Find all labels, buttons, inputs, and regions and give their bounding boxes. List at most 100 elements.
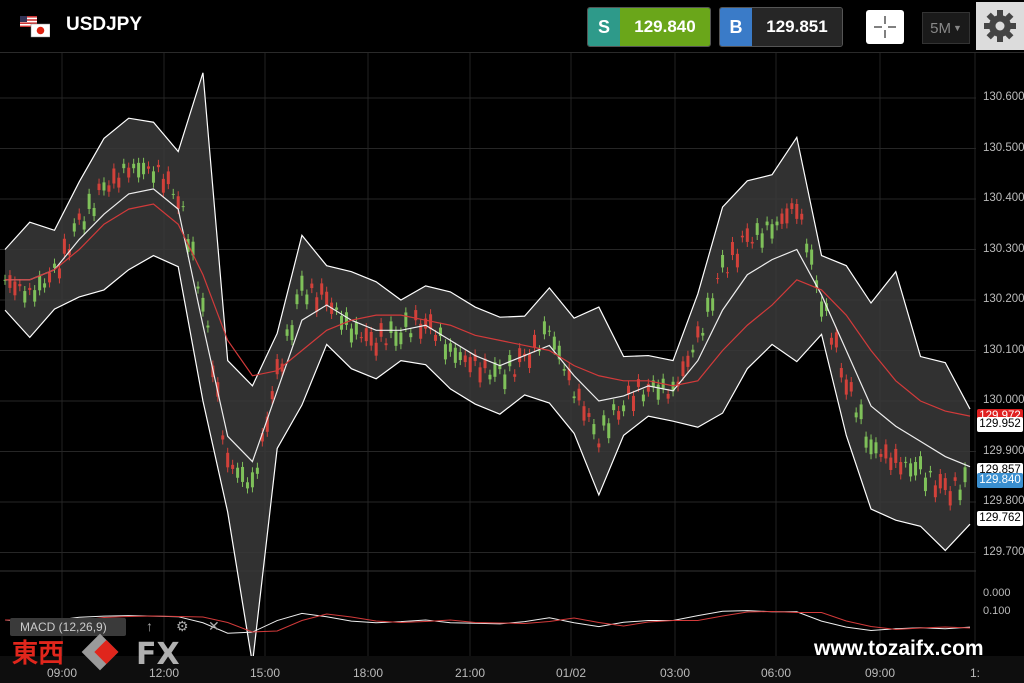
candle-body <box>241 466 245 482</box>
buy-tag: B <box>720 8 752 46</box>
candle-body <box>176 196 180 209</box>
candle-body <box>938 474 942 489</box>
candle-body <box>409 333 413 338</box>
candle-body <box>592 424 596 435</box>
time-tick: 1: <box>969 666 981 680</box>
close-icon[interactable]: ✕ <box>208 618 220 635</box>
candle-body <box>122 163 126 169</box>
band-area <box>5 72 970 656</box>
sell-button[interactable]: S 129.840 <box>587 7 711 47</box>
candle-body <box>305 294 309 305</box>
macd-axis-label: 0.100 <box>983 605 1011 617</box>
candle-body <box>760 233 764 248</box>
candle-body <box>127 167 131 178</box>
candle-body <box>448 343 452 352</box>
candle-body <box>359 337 363 339</box>
candle-body <box>354 321 358 335</box>
candle-body <box>340 315 344 330</box>
candle-body <box>221 435 225 440</box>
candle-body <box>453 347 457 363</box>
candle-body <box>57 268 61 279</box>
candle-body <box>102 182 106 191</box>
candle-body <box>255 467 259 474</box>
candle-body <box>562 369 566 371</box>
price-tick: 130.300 <box>983 242 1024 255</box>
candle-body <box>820 301 824 317</box>
candle-body <box>38 275 42 291</box>
candle-body <box>290 325 294 341</box>
price-axis: 130.600 130.500 130.400 130.300 130.200 130.1… <box>976 53 1024 633</box>
candle-body <box>463 355 467 363</box>
price-tick: 129.700 <box>983 545 1024 558</box>
gear-icon <box>984 10 1016 42</box>
candle-body <box>92 207 96 217</box>
candle-body <box>236 467 240 478</box>
time-tick: 18:00 <box>352 666 384 680</box>
candle-body <box>107 185 111 192</box>
candle-body <box>948 491 952 506</box>
timeframe-dropdown[interactable]: 5M ▼ <box>922 12 970 44</box>
candle-body <box>18 284 22 287</box>
candle-body <box>884 444 888 459</box>
candle-body <box>958 489 962 501</box>
candle-body <box>899 462 903 475</box>
candle-body <box>300 275 304 291</box>
candle-body <box>137 162 141 178</box>
candle-body <box>434 334 438 341</box>
candle-body <box>765 221 769 226</box>
crosshair-button[interactable] <box>866 10 904 44</box>
price-chart[interactable] <box>0 53 976 656</box>
candle-body <box>874 442 878 454</box>
toolbar: USDJPY S 129.840 B 129.851 5M ▼ <box>0 0 1024 53</box>
candle-body <box>805 243 809 253</box>
candle-body <box>132 163 136 169</box>
candle-body <box>528 354 532 369</box>
candle-body <box>844 379 848 395</box>
candle-body <box>745 228 749 242</box>
candle-body <box>156 164 160 168</box>
candle-body <box>147 166 151 169</box>
candle-body <box>587 413 591 417</box>
candle-body <box>612 404 616 411</box>
candle-body <box>320 283 324 295</box>
candle-body <box>790 203 794 209</box>
candle-body <box>166 171 170 185</box>
candle-body <box>701 332 705 336</box>
candle-body <box>285 329 289 336</box>
candle-body <box>503 374 507 390</box>
candle-body <box>384 343 388 346</box>
candle-body <box>943 478 947 491</box>
candle-body <box>201 297 205 312</box>
candle-body <box>740 235 744 238</box>
tozaifx-logo: 東西 FX <box>12 632 202 677</box>
price-tick: 130.200 <box>983 293 1024 305</box>
candle-body <box>270 391 274 400</box>
candle-body <box>933 485 937 498</box>
price-tick: 130.000 <box>983 394 1024 406</box>
timeframe-label: 5M <box>930 19 951 37</box>
candle-body <box>750 241 754 244</box>
price-marker-band-upper: 129.952 <box>977 417 1023 432</box>
candle-body <box>617 411 621 420</box>
candle-body <box>112 168 116 184</box>
price-tick: 130.500 <box>983 141 1024 154</box>
candle-body <box>641 394 645 402</box>
candle-body <box>295 294 299 305</box>
candle-body <box>795 203 799 219</box>
candle-body <box>904 461 908 463</box>
candle-body <box>533 334 537 348</box>
buy-button[interactable]: B 129.851 <box>719 7 843 47</box>
website-url: www.tozaifx.com <box>814 637 984 660</box>
logo-cn-text: 東西 <box>12 639 64 669</box>
candle-body <box>631 395 635 412</box>
settings-button[interactable] <box>976 2 1024 50</box>
candle-body <box>364 328 368 342</box>
candle-body <box>726 272 730 274</box>
candle-body <box>755 223 759 235</box>
logo-fx-text: FX <box>136 637 180 672</box>
symbol-title[interactable]: USDJPY <box>66 14 142 36</box>
candle-body <box>181 206 185 208</box>
candle-body <box>834 332 838 348</box>
candle-body <box>859 404 863 420</box>
candle-body <box>315 297 319 312</box>
